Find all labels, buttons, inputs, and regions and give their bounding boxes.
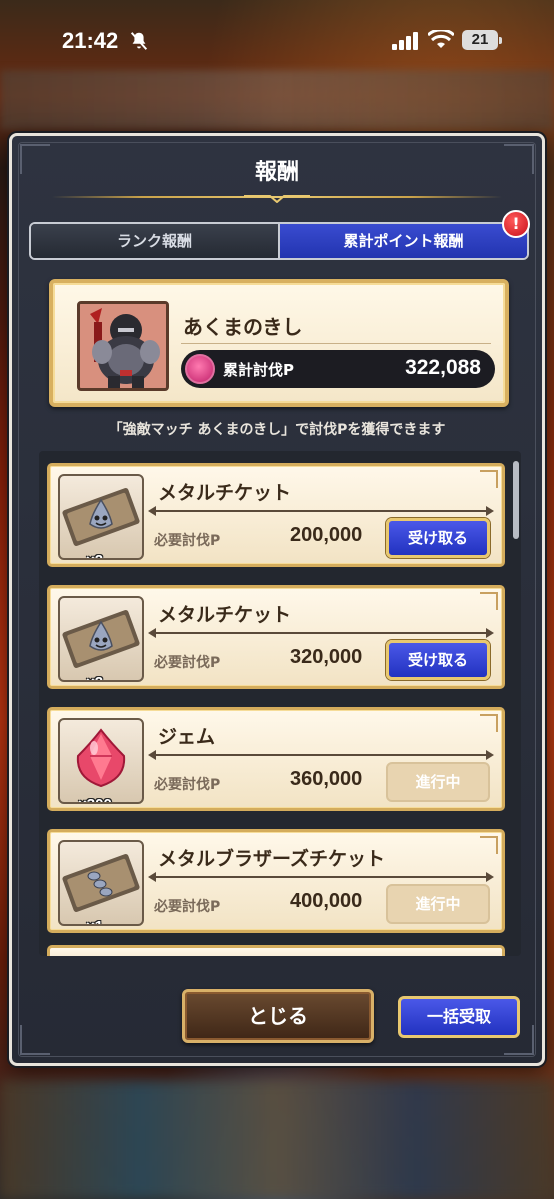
tab-rank-rewards[interactable]: ランク報酬 bbox=[31, 224, 278, 258]
metal-ticket-icon: ×2 bbox=[58, 474, 144, 560]
required-points-label: 必要討伐P bbox=[154, 533, 221, 549]
claim-button[interactable]: 受け取る bbox=[386, 518, 490, 558]
item-divider-arrow bbox=[148, 872, 494, 882]
card-corner-ornament bbox=[480, 592, 498, 610]
status-time: 21:42 bbox=[62, 28, 119, 53]
in-progress-button: 進行中 bbox=[386, 884, 490, 924]
item-divider-arrow bbox=[148, 506, 494, 516]
notification-badge: ! bbox=[502, 210, 530, 238]
in-progress-button: 進行中 bbox=[386, 762, 490, 802]
item-divider-arrow bbox=[148, 628, 494, 638]
list-item-next-peek bbox=[47, 945, 505, 956]
list-item: ×1 メタルブラザーズチケット 必要討伐P 400,000 進行中 bbox=[47, 829, 505, 933]
required-points-value: 320,000 bbox=[290, 646, 363, 668]
item-quantity: ×300 bbox=[78, 796, 112, 802]
background-bottom-blur bbox=[0, 1080, 554, 1199]
required-points-label: 必要討伐P bbox=[154, 655, 221, 671]
card-corner-ornament bbox=[480, 714, 498, 732]
scrollbar[interactable] bbox=[513, 461, 519, 951]
battery-nub bbox=[499, 37, 502, 44]
dialog-title: 報酬 bbox=[254, 160, 299, 185]
item-name: メタルブラザーズチケット bbox=[158, 848, 386, 870]
item-name: メタルチケット bbox=[158, 482, 292, 504]
bulk-claim-button[interactable]: 一括受取 bbox=[398, 996, 520, 1038]
required-points-label: 必要討伐P bbox=[154, 899, 221, 915]
required-points-value: 360,000 bbox=[290, 768, 363, 790]
signal-icon bbox=[392, 32, 418, 50]
monster-card: あくまのきし 累計討伐P 322,088 bbox=[49, 279, 509, 407]
rewards-dialog: 報酬 ランク報酬 累計ポイント報酬 ! あくまのきし 累計討伐P 322,088… bbox=[9, 133, 545, 1066]
battery-indicator: 21 bbox=[462, 30, 498, 50]
tab-cumulative-points-rewards[interactable]: 累計ポイント報酬 bbox=[278, 224, 527, 258]
tab-bar: ランク報酬 累計ポイント報酬 bbox=[29, 222, 529, 260]
points-display: 累計討伐P 322,088 bbox=[181, 350, 495, 388]
list-item: ×300 ジェム 必要討伐P 360,000 進行中 bbox=[47, 707, 505, 811]
points-value: 322,088 bbox=[405, 356, 481, 379]
close-button[interactable]: とじる bbox=[182, 989, 374, 1043]
required-points-label: 必要討伐P bbox=[154, 777, 221, 793]
list-item: ×2 メタルチケット 必要討伐P 200,000 受け取る bbox=[47, 463, 505, 567]
points-label: 累計討伐P bbox=[223, 361, 294, 379]
frame-corner-bl bbox=[20, 1025, 50, 1055]
gem-icon: ×300 bbox=[58, 718, 144, 804]
required-points-value: 400,000 bbox=[290, 890, 363, 912]
title-ornament-icon bbox=[244, 195, 310, 203]
card-corner-ornament bbox=[480, 836, 498, 854]
item-quantity: ×1 bbox=[86, 918, 103, 924]
required-points-value: 200,000 bbox=[290, 524, 363, 546]
item-name: メタルチケット bbox=[158, 604, 292, 626]
monster-divider bbox=[181, 343, 491, 344]
reward-list[interactable]: ×2 メタルチケット 必要討伐P 200,000 受け取る ×2 メタルチケッ bbox=[39, 451, 521, 956]
background-topbar-blur bbox=[0, 70, 554, 130]
hint-text: 「強敵マッチ あくまのきし」で討伐Pを獲得できます bbox=[108, 422, 446, 438]
item-quantity: ×2 bbox=[86, 552, 103, 558]
item-quantity: ×2 bbox=[86, 674, 103, 680]
metal-ticket-icon: ×2 bbox=[58, 596, 144, 682]
item-divider-arrow bbox=[148, 750, 494, 760]
wifi-icon bbox=[428, 30, 454, 48]
status-bar: 21:42 21 bbox=[0, 0, 554, 70]
metal-brothers-ticket-icon: ×1 bbox=[58, 840, 144, 926]
list-item: ×2 メタルチケット 必要討伐P 320,000 受け取る bbox=[47, 585, 505, 689]
monster-name: あくまのきし bbox=[183, 315, 303, 339]
card-corner-ornament bbox=[480, 470, 498, 488]
item-name: ジェム bbox=[158, 726, 216, 748]
demon-knight-icon bbox=[80, 304, 166, 388]
monster-portrait bbox=[77, 301, 169, 391]
points-icon bbox=[185, 354, 215, 384]
claim-button[interactable]: 受け取る bbox=[386, 640, 490, 680]
bell-muted-icon bbox=[130, 32, 148, 50]
scrollbar-thumb[interactable] bbox=[513, 461, 519, 539]
